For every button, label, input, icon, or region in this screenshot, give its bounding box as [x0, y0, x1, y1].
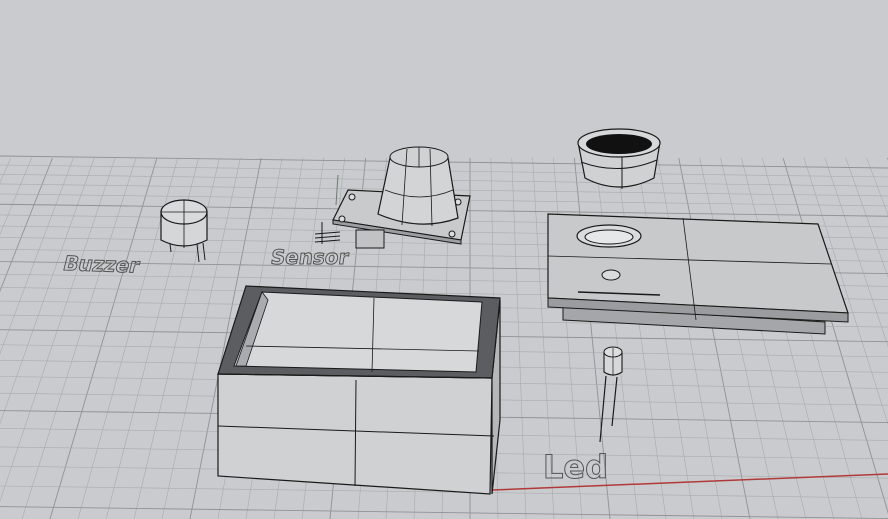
sensor-module[interactable]: [314, 146, 471, 249]
grid-line: [741, 157, 835, 519]
grid-line: [49, 157, 158, 519]
lid-plate[interactable]: [547, 213, 849, 335]
rhino-viewport[interactable]: Sensor Buzzer Led: [0, 0, 888, 519]
buzzer-label: Buzzer: [61, 251, 142, 277]
grid-line: [782, 157, 888, 514]
led-label: Led: [543, 448, 608, 486]
grid-line: [0, 157, 53, 293]
buzzer-part[interactable]: [160, 199, 208, 263]
grid-line: [678, 157, 751, 519]
sensor-label: Sensor: [269, 245, 350, 269]
grid-line: [845, 157, 888, 278]
grid-line: [21, 157, 137, 519]
led-part[interactable]: [599, 346, 623, 443]
open-box[interactable]: [217, 285, 501, 495]
scene-canvas[interactable]: Sensor Buzzer Led: [0, 0, 888, 519]
grid-line: [699, 157, 779, 519]
grid-line: [511, 157, 527, 519]
grid-line: [0, 506, 888, 519]
cone-ring[interactable]: [577, 128, 661, 189]
grid-line: [0, 157, 32, 236]
y-axis-line: [335, 174, 339, 206]
grid-line: [0, 157, 74, 355]
grid-line: [720, 157, 807, 519]
grid-line: [824, 157, 888, 348]
grid-line: [761, 157, 863, 519]
grid-line: [0, 157, 95, 425]
grid-line: [866, 157, 888, 216]
grid-line: [803, 157, 888, 425]
grid-line: [0, 157, 116, 503]
